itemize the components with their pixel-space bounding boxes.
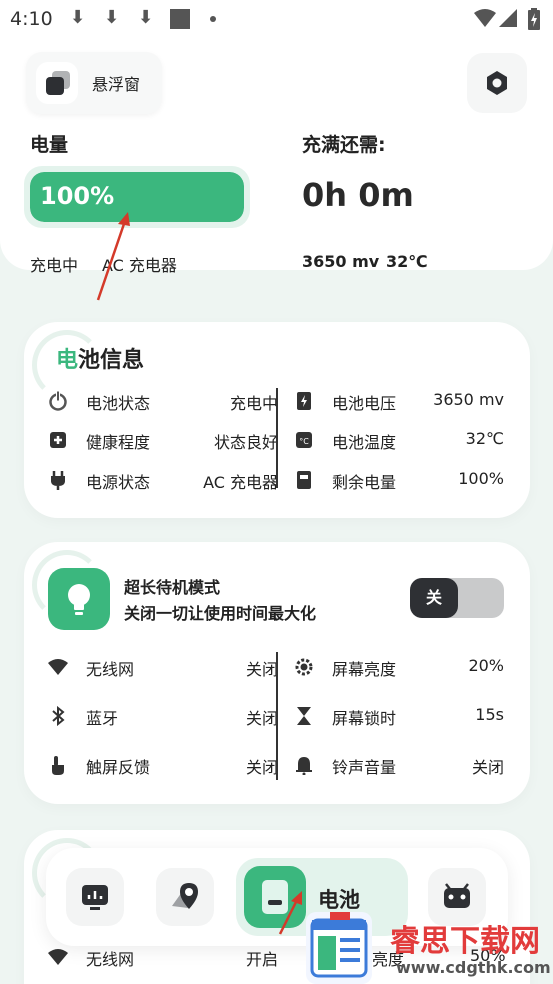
battery-info-title: 电池信息 bbox=[56, 348, 145, 373]
monitor-icon bbox=[82, 885, 108, 910]
nav-monitor-button[interactable] bbox=[66, 868, 124, 926]
download-icon: ⬇ bbox=[138, 7, 154, 28]
annotation-arrow bbox=[278, 891, 302, 935]
nav-location-button[interactable] bbox=[156, 868, 214, 926]
standby-mode-icon bbox=[48, 568, 110, 630]
lightbulb-icon bbox=[68, 584, 90, 615]
standby-row-ringtone: 铃声音量 关闭 bbox=[294, 750, 504, 780]
signal-icon bbox=[499, 9, 517, 27]
power-icon bbox=[49, 391, 67, 411]
status-bar: 4:10 ⬇ ⬇ ⬇ bbox=[0, 0, 553, 40]
standby-row-brightness: 屏幕亮度 20% bbox=[294, 652, 504, 682]
floating-window-label: 悬浮窗 bbox=[92, 75, 141, 94]
status-time: 4:10 bbox=[10, 8, 53, 30]
floating-window-icon bbox=[36, 62, 78, 104]
location-icon bbox=[172, 883, 198, 909]
temperature-icon: °C bbox=[296, 432, 312, 448]
touch-icon bbox=[52, 756, 64, 775]
bluetooth-icon bbox=[52, 706, 65, 726]
info-row-power-source: 电源状态 AC 充电器 bbox=[48, 465, 278, 495]
info-row-health: 健康程度 状态良好 bbox=[48, 425, 278, 455]
standby-mode-title: 超长待机模式 bbox=[124, 578, 221, 597]
hourglass-icon bbox=[297, 707, 311, 725]
wifi-icon bbox=[48, 659, 68, 675]
brightness-icon bbox=[295, 658, 313, 676]
nav-battery-label: 电池 bbox=[318, 888, 360, 912]
floating-window-button[interactable]: 悬浮窗 bbox=[26, 52, 162, 114]
watermark: 睿思下载网 www.cdgthk.com bbox=[306, 912, 553, 984]
annotation-arrow bbox=[96, 212, 130, 301]
standby-row-bluetooth: 蓝牙 关闭 bbox=[48, 701, 278, 731]
standby-row-lock-time: 屏幕锁时 15s bbox=[294, 701, 504, 731]
battery-summary-card: 悬浮窗 电量 充满还需: 100% 0h 0m 充电中 AC 充电器 3650 … bbox=[0, 36, 553, 275]
voltage-value: 3650 mv bbox=[302, 252, 380, 271]
download-icon: ⬇ bbox=[70, 7, 86, 28]
battery-level-bar: 100% bbox=[24, 166, 250, 228]
watermark-url: www.cdgthk.com bbox=[396, 958, 551, 977]
standby-row-wifi: 无线网 关闭 bbox=[48, 652, 278, 682]
charge-state: 充电中 bbox=[30, 256, 79, 275]
partial-row-wifi: 无线网 开启 bbox=[48, 942, 278, 972]
battery-remaining-icon bbox=[297, 471, 311, 489]
column-divider bbox=[276, 388, 278, 488]
standby-row-touch: 触屏反馈 关闭 bbox=[48, 750, 278, 780]
settings-icon bbox=[487, 71, 507, 95]
watermark-logo bbox=[306, 912, 372, 984]
standby-mode-toggle[interactable]: 关 bbox=[410, 578, 504, 618]
voltage-icon bbox=[297, 392, 311, 410]
plug-icon bbox=[51, 471, 65, 490]
battery-level-text: 100% bbox=[40, 182, 115, 210]
time-to-full-label: 充满还需: bbox=[302, 134, 386, 156]
watermark-name: 睿思下载网 bbox=[390, 924, 540, 959]
wifi-status-icon bbox=[474, 9, 496, 27]
standby-mode-description: 关闭一切让使用时间最大化 bbox=[124, 604, 317, 623]
bell-icon bbox=[296, 757, 312, 775]
download-icon: ⬇ bbox=[104, 7, 120, 28]
info-row-remaining: 剩余电量 100% bbox=[294, 465, 504, 495]
toggle-knob: 关 bbox=[410, 578, 458, 618]
battery-level-label: 电量 bbox=[30, 134, 69, 156]
settings-button[interactable] bbox=[467, 53, 527, 113]
time-to-full-value: 0h 0m bbox=[302, 176, 414, 214]
more-notifications-icon bbox=[210, 16, 216, 22]
info-row-temperature: °C 电池温度 32℃ bbox=[294, 425, 504, 455]
temperature-value: 32℃ bbox=[386, 252, 428, 271]
svg-text:°C: °C bbox=[299, 437, 309, 446]
info-row-voltage: 电池电压 3650 mv bbox=[294, 386, 504, 416]
wifi-icon bbox=[48, 949, 68, 965]
standby-mode-card: 超长待机模式 关闭一切让使用时间最大化 关 无线网 关闭 蓝牙 关闭 触屏反馈 … bbox=[24, 542, 530, 804]
info-row-battery-state: 电池状态 充电中 bbox=[48, 386, 278, 416]
notification-icon bbox=[170, 9, 190, 29]
battery-info-card: 电池信息 电池状态 充电中 健康程度 状态良好 电源状态 AC 充电器 电池电压… bbox=[24, 322, 530, 518]
health-icon bbox=[50, 432, 66, 448]
column-divider bbox=[276, 652, 278, 780]
battery-status-icon bbox=[528, 8, 540, 30]
